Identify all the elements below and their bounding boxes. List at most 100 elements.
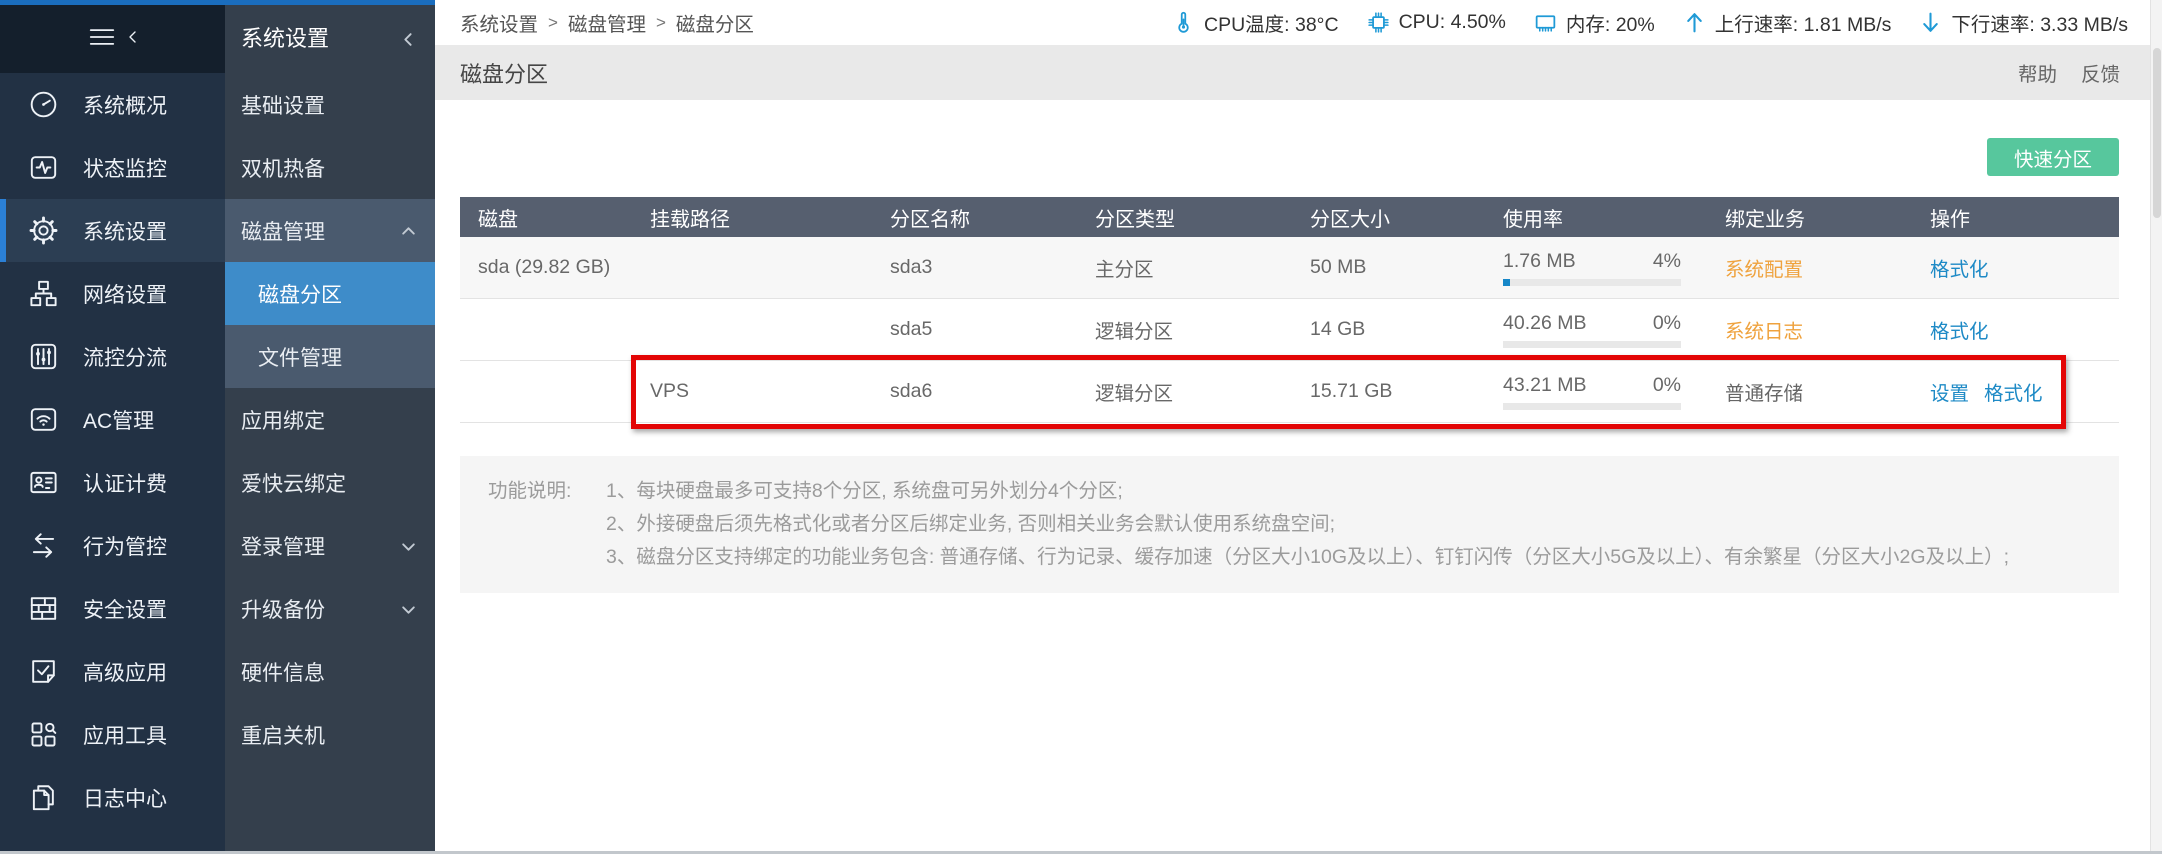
- breadcrumb-separator: >: [656, 13, 666, 33]
- copy-pages-icon: [27, 781, 60, 814]
- chevron-left-icon[interactable]: [400, 28, 417, 45]
- gear-icon: [27, 214, 60, 247]
- hamburger-icon: [87, 22, 117, 52]
- sidebar-item-advanced-apps[interactable]: 高级应用: [0, 640, 225, 703]
- feedback-link[interactable]: 反馈: [2081, 58, 2120, 87]
- brick-wall-icon: [27, 592, 60, 625]
- chevron-up-icon: [400, 222, 417, 239]
- sidebar-item-label: 网络设置: [83, 279, 167, 309]
- partition-table: 磁盘 挂载路径 分区名称 分区类型 分区大小 使用率 绑定业务 操作 sda (…: [460, 197, 2119, 423]
- usage-bar-fill: [1503, 279, 1510, 286]
- cell-mount: VPS: [632, 380, 872, 403]
- format-link[interactable]: 格式化: [1930, 321, 1989, 343]
- col-header-partition-type: 分区类型: [1077, 203, 1292, 232]
- cell-size: 14 GB: [1292, 318, 1485, 341]
- sidebar-item-label: 系统概况: [83, 90, 167, 120]
- monitor-pulse-icon: [27, 151, 60, 184]
- wifi-router-icon: [27, 403, 60, 436]
- submenu-item-disk-management[interactable]: 磁盘管理: [225, 199, 435, 262]
- col-header-disk: 磁盘: [460, 203, 632, 232]
- submenu-group-disk-management: 磁盘管理 磁盘分区 文件管理: [225, 199, 435, 388]
- cell-business: 系统配置: [1707, 253, 1912, 282]
- stat-memory: 内存: 20%: [1533, 8, 1655, 37]
- submenu-item-ha-backup[interactable]: 双机热备: [225, 136, 435, 199]
- submenu-item-login-management[interactable]: 登录管理: [225, 514, 435, 577]
- submenu-item-file-management[interactable]: 文件管理: [225, 325, 435, 388]
- table-row: VPS sda6 逻辑分区 15.71 GB 43.21 MB 0%: [460, 361, 2119, 423]
- usage-value: 40.26 MB: [1503, 312, 1586, 335]
- submenu-item-reboot-shutdown[interactable]: 重启关机: [225, 703, 435, 766]
- network-icon: [27, 277, 60, 310]
- cell-disk: sda (29.82 GB): [460, 256, 632, 279]
- sliders-icon: [27, 340, 60, 373]
- thermometer-icon: [1171, 10, 1196, 35]
- sidebar-item-flow-control[interactable]: 流控分流: [0, 325, 225, 388]
- sidebar-item-network-settings[interactable]: 网络设置: [0, 262, 225, 325]
- submenu-item-upgrade-backup[interactable]: 升级备份: [225, 577, 435, 640]
- main-area: 系统设置 > 磁盘管理 > 磁盘分区 CPU温度: 38°C CPU: 4.50…: [435, 0, 2150, 854]
- cell-usage: 40.26 MB 0%: [1485, 312, 1707, 348]
- format-link[interactable]: 格式化: [1930, 259, 1989, 281]
- submenu-item-hardware-info[interactable]: 硬件信息: [225, 640, 435, 703]
- usage-percent: 0%: [1653, 312, 1681, 335]
- cell-type: 逻辑分区: [1077, 315, 1292, 344]
- vertical-scrollbar[interactable]: [2150, 0, 2162, 854]
- usage-value: 43.21 MB: [1503, 374, 1586, 397]
- submenu-header: 系统设置: [225, 0, 435, 73]
- sidebar-item-overview[interactable]: 系统概况: [0, 73, 225, 136]
- help-link[interactable]: 帮助: [2018, 58, 2057, 87]
- submenu-item-disk-partition[interactable]: 磁盘分区: [225, 262, 435, 325]
- arrow-down-icon: [1918, 10, 1943, 35]
- cell-actions: 设置格式化: [1912, 377, 2119, 406]
- sidebar-item-label: 日志中心: [83, 783, 167, 813]
- sidebar-item-auth-billing[interactable]: 认证计费: [0, 451, 225, 514]
- usage-bar: [1503, 279, 1681, 286]
- cpu-icon: [1366, 10, 1391, 35]
- sidebar-item-ac-management[interactable]: AC管理: [0, 388, 225, 451]
- col-header-partition-name: 分区名称: [872, 203, 1077, 232]
- sidebar-item-app-tools[interactable]: 应用工具: [0, 703, 225, 766]
- system-stats: CPU温度: 38°C CPU: 4.50% 内存: 20% 上行速率: 1.8…: [1171, 8, 2128, 37]
- settings-link[interactable]: 设置: [1930, 383, 1969, 405]
- format-link[interactable]: 格式化: [1984, 383, 2043, 405]
- breadcrumb: 系统设置 > 磁盘管理 > 磁盘分区: [460, 8, 754, 37]
- function-note: 功能说明: 1、每块硬盘最多可支持8个分区, 系统盘可另外划分4个分区; 2、外…: [460, 456, 2119, 593]
- sidebar-item-label: 状态监控: [83, 153, 167, 183]
- chevron-left-icon: [126, 29, 139, 45]
- stat-upload-rate: 上行速率: 1.81 MB/s: [1682, 8, 1892, 37]
- sidebar-item-label: 行为管控: [83, 531, 167, 561]
- submenu-title: 系统设置: [241, 21, 329, 53]
- app-window: 系统概况 状态监控 系统设置 网络设置 流控分流 AC管理: [0, 0, 2162, 854]
- cell-business: 普通存储: [1707, 377, 1912, 406]
- cell-name: sda3: [872, 256, 1077, 279]
- col-header-usage: 使用率: [1485, 203, 1707, 232]
- submenu-item-app-binding[interactable]: 应用绑定: [225, 388, 435, 451]
- breadcrumb-disk-partition[interactable]: 磁盘分区: [676, 8, 754, 37]
- sidebar-item-behavior-control[interactable]: 行为管控: [0, 514, 225, 577]
- sidebar-item-label: 认证计费: [83, 468, 167, 498]
- stat-cpu-temp: CPU温度: 38°C: [1171, 8, 1339, 37]
- menu-collapse-toggle[interactable]: [0, 0, 225, 73]
- breadcrumb-system-settings[interactable]: 系统设置: [460, 8, 538, 37]
- sidebar-item-label: 安全设置: [83, 594, 167, 624]
- note-line: 3、磁盘分区支持绑定的功能业务包含: 普通存储、行为记录、缓存加速（分区大小10…: [606, 541, 2009, 574]
- sidebar-item-status-monitor[interactable]: 状态监控: [0, 136, 225, 199]
- sidebar-item-log-center[interactable]: 日志中心: [0, 766, 225, 829]
- submenu-item-ikuai-cloud[interactable]: 爱快云绑定: [225, 451, 435, 514]
- col-header-mount-path: 挂载路径: [632, 203, 872, 232]
- id-card-icon: [27, 466, 60, 499]
- table-row: sda (29.82 GB) sda3 主分区 50 MB 1.76 MB 4%: [460, 237, 2119, 299]
- grid-wrench-icon: [27, 718, 60, 751]
- quick-partition-button[interactable]: 快速分区: [1987, 138, 2119, 176]
- cell-type: 逻辑分区: [1077, 377, 1292, 406]
- sidebar-item-system-settings[interactable]: 系统设置: [0, 199, 225, 262]
- sidebar-item-security-settings[interactable]: 安全设置: [0, 577, 225, 640]
- sidebar-item-label: 应用工具: [83, 720, 167, 750]
- note-line: 1、每块硬盘最多可支持8个分区, 系统盘可另外划分4个分区;: [606, 475, 2009, 508]
- scrollbar-thumb[interactable]: [2153, 48, 2161, 218]
- top-accent-strip: [0, 0, 435, 5]
- submenu-item-basic-settings[interactable]: 基础设置: [225, 73, 435, 136]
- breadcrumb-disk-management[interactable]: 磁盘管理: [568, 8, 646, 37]
- note-label: 功能说明:: [488, 475, 606, 574]
- top-status-bar: 系统设置 > 磁盘管理 > 磁盘分区 CPU温度: 38°C CPU: 4.50…: [435, 0, 2150, 45]
